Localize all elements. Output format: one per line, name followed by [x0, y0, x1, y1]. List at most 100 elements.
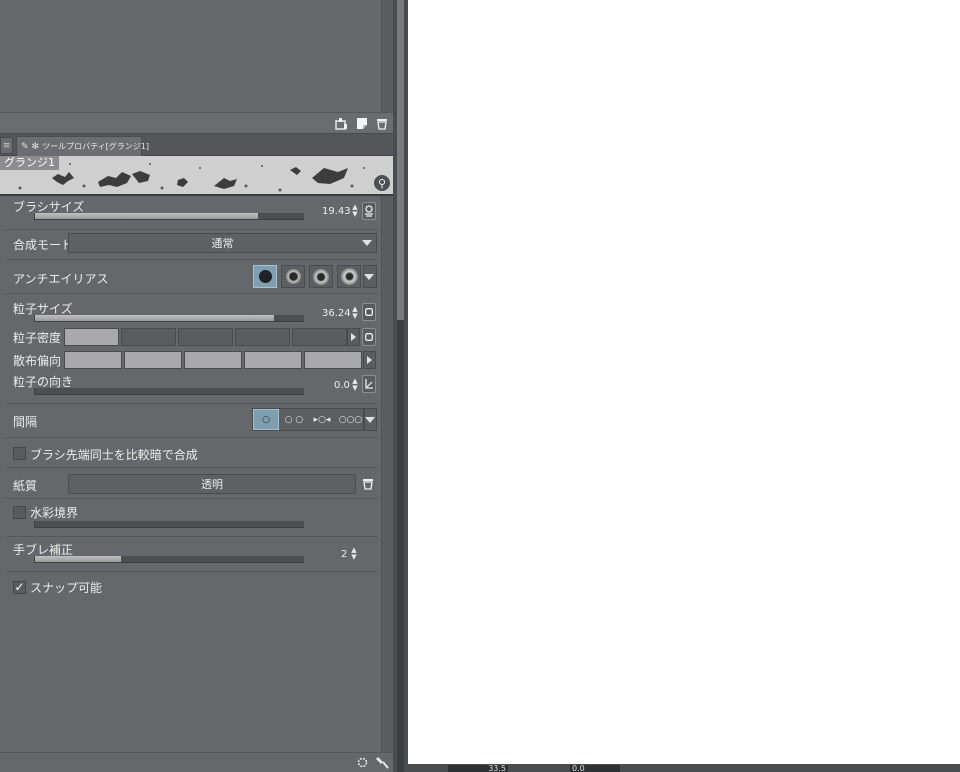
brush-size-slider-fill [35, 213, 259, 219]
layer-panel-toolbar [0, 112, 393, 134]
stabilization-slider-fill [35, 556, 122, 562]
combine-tips-checkbox[interactable] [13, 447, 26, 460]
new-layer-icon[interactable] [354, 116, 369, 131]
antialiasing-label: アンチエイリアス [13, 272, 109, 286]
paper-texture-value: 透明 [201, 478, 223, 491]
panel-divider[interactable] [393, 0, 408, 772]
scatter-bias-label: 散布偏向 [13, 354, 62, 368]
brush-preview: グランジ1 ⚲ [0, 156, 393, 196]
blend-mode-value: 通常 [211, 237, 234, 250]
scatter-bias-expand-icon[interactable] [363, 351, 376, 369]
layer-settings-icon[interactable] [334, 116, 349, 131]
watercolor-edge-slider[interactable] [34, 521, 304, 528]
separator [6, 293, 378, 294]
antialias-none-button[interactable] [253, 265, 277, 288]
scatter-bias-segment[interactable] [304, 351, 362, 369]
particle-size-slider[interactable] [34, 315, 304, 322]
tool-property-footer [0, 752, 393, 772]
spacing-label: 間隔 [13, 415, 38, 429]
spacing-normal-button[interactable]: ○ ○ [281, 409, 307, 430]
particle-density-level[interactable] [64, 328, 347, 346]
tab-title: ツールプロパティ[グランジ1] [42, 142, 149, 151]
snap-label: スナップ可能 [30, 581, 103, 595]
particle-density-segment[interactable] [178, 328, 233, 346]
sub-tool-detail-icon[interactable] [375, 755, 390, 770]
combine-tips-label: ブラシ先端同士を比較暗で合成 [30, 448, 198, 462]
stabilization-value[interactable]: 2 [341, 549, 347, 560]
zoom-preview-icon[interactable]: ⚲ [374, 175, 390, 191]
spacing-options[interactable]: ○ ○ ○ ▸○◂ ○○○ [252, 408, 364, 431]
tab-menu-icon[interactable]: ≡ [0, 137, 13, 154]
particle-size-value[interactable]: 36.24 [322, 308, 351, 319]
blend-mode-dropdown[interactable]: 通常 [68, 233, 377, 253]
separator [6, 403, 378, 404]
particle-size-spinner[interactable]: ▲ ▼ [350, 306, 360, 320]
chevron-down-icon [362, 240, 372, 246]
layer-panel-scrollbar[interactable] [381, 0, 393, 112]
scatter-bias-segment[interactable] [64, 351, 122, 369]
preview-brush-name: グランジ1 [0, 156, 59, 170]
drawing-canvas[interactable] [408, 0, 960, 764]
trash-icon[interactable] [374, 116, 389, 131]
separator [6, 467, 378, 468]
zoom-value[interactable]: 33.5 [448, 765, 508, 772]
particle-density-expand-icon[interactable] [347, 328, 360, 346]
particle-direction-spinner[interactable]: ▲ ▼ [350, 378, 360, 392]
paper-texture-field[interactable]: 透明 [68, 474, 356, 494]
antialiasing-dropdown[interactable] [363, 265, 377, 288]
tab-tool-property[interactable]: ✎ ✻ ツールプロパティ[グランジ1] [16, 136, 149, 156]
brush-size-spinner[interactable]: ▲ ▼ [350, 204, 360, 218]
scatter-bias-segment[interactable] [184, 351, 242, 369]
divider-scroll-thumb[interactable] [397, 0, 404, 320]
particle-size-dynamics-icon[interactable] [362, 303, 376, 321]
antialias-strong-button[interactable] [337, 265, 361, 288]
spacing-fixed-button[interactable]: ○○○ [337, 409, 364, 430]
spacing-narrow-button[interactable]: ○ [253, 409, 279, 430]
aa-weak-icon [285, 269, 301, 284]
antialias-weak-button[interactable] [281, 265, 305, 288]
layer-panel [0, 0, 381, 112]
particle-density-segment[interactable] [64, 328, 119, 346]
separator [6, 229, 378, 230]
aa-none-icon [258, 270, 272, 283]
paper-texture-label: 紙質 [13, 479, 38, 493]
clear-texture-icon[interactable] [360, 476, 375, 491]
particle-density-label: 粒子密度 [13, 331, 62, 345]
chevron-down-icon [364, 274, 374, 280]
scatter-bias-segment[interactable] [244, 351, 302, 369]
chevron-down-icon [365, 417, 375, 423]
brush-size-slider[interactable] [34, 213, 304, 220]
particle-size-slider-fill [35, 315, 275, 321]
blend-mode-label: 合成モード [13, 238, 74, 252]
stabilization-spinner[interactable]: ▲ ▼ [349, 547, 359, 561]
tool-property-tab-bar: ≡ ✎ ✻ ツールプロパティ[グランジ1] [0, 134, 393, 156]
scatter-bias-level[interactable] [64, 351, 362, 369]
antialias-medium-button[interactable] [309, 265, 333, 288]
direction-settings-icon[interactable] [362, 375, 376, 393]
scatter-bias-segment[interactable] [124, 351, 182, 369]
watercolor-edge-checkbox[interactable] [13, 506, 26, 519]
stabilization-slider[interactable] [34, 556, 304, 563]
particle-density-segment[interactable] [121, 328, 176, 346]
settings-gear-icon[interactable] [355, 755, 370, 770]
gear-icon: ✻ [31, 141, 40, 152]
particle-direction-slider[interactable] [34, 388, 304, 395]
separator [6, 536, 378, 537]
rotation-value[interactable]: 0.0 [570, 765, 620, 772]
tool-property-scrollbar[interactable] [381, 196, 393, 752]
particle-direction-value[interactable]: 0.0 [334, 380, 350, 391]
particle-density-segment[interactable] [235, 328, 290, 346]
pressure-settings-icon[interactable] [362, 202, 376, 220]
pen-icon: ✎ [21, 141, 29, 152]
particle-density-segment[interactable] [292, 328, 347, 346]
spacing-wide-button[interactable]: ▸○◂ [309, 409, 335, 430]
brush-size-value[interactable]: 19.43 [322, 206, 351, 217]
snap-checkbox[interactable]: ✓ [13, 581, 26, 594]
particle-density-dynamics-icon[interactable] [362, 328, 376, 346]
separator [6, 259, 378, 260]
watercolor-edge-label: 水彩境界 [30, 506, 79, 520]
separator [6, 498, 378, 499]
separator [6, 571, 378, 572]
spacing-dropdown[interactable] [364, 408, 377, 431]
divider-scroll-track [397, 320, 404, 772]
